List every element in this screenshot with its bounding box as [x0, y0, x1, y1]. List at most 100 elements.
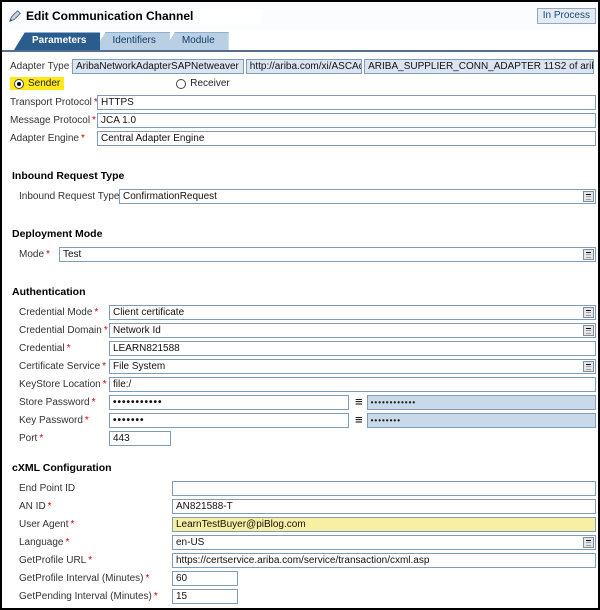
required-marker: * [92, 115, 96, 126]
credential-domain-select[interactable]: Network Id [109, 323, 596, 338]
mode-value: Test [63, 249, 81, 260]
credential-mode-label: Credential Mode [19, 307, 92, 318]
dropdown-icon[interactable] [583, 361, 594, 372]
credential-mode-select[interactable]: Client certificate [109, 305, 596, 320]
status-badge: In Process [537, 8, 596, 24]
credential-domain-label: Credential Domain [19, 325, 102, 336]
required-marker: * [70, 519, 74, 530]
edit-pencil-icon [8, 9, 22, 23]
store-password-input[interactable] [109, 395, 349, 410]
adapter-engine-input[interactable] [97, 131, 596, 146]
required-marker: * [48, 501, 52, 512]
required-marker: * [154, 591, 158, 602]
key-password-label: Key Password [19, 415, 83, 426]
credential-input[interactable] [109, 341, 596, 356]
required-marker: * [94, 307, 98, 318]
keystore-location-input[interactable] [109, 377, 596, 392]
language-row: Language* en-US [10, 534, 596, 550]
direction-row: Sender Receiver [10, 76, 596, 91]
credential-domain-row: Credential Domain* Network Id [10, 322, 596, 338]
required-marker: * [102, 361, 106, 372]
credential-mode-value: Client certificate [113, 307, 184, 318]
end-point-id-row: End Point ID [10, 480, 596, 496]
title-bar: Edit Communication Channel In Process [2, 2, 598, 30]
port-input[interactable] [109, 431, 171, 446]
getprofile-url-label: GetProfile URL [19, 555, 86, 566]
mode-row: Mode* Test [10, 246, 596, 262]
sender-radio[interactable] [14, 79, 24, 89]
adapter-type-label: Adapter Type [10, 61, 69, 72]
getpending-interval-input[interactable] [172, 589, 238, 604]
an-id-input[interactable] [172, 499, 596, 514]
receiver-label: Receiver [190, 78, 229, 89]
message-protocol-row: Message Protocol* [10, 112, 596, 128]
getprofile-interval-input[interactable] [172, 571, 238, 586]
credential-label: Credential [19, 343, 65, 354]
section-authentication: Authentication [10, 286, 596, 298]
section-deployment-mode: Deployment Mode [10, 228, 596, 240]
credential-mode-row: Credential Mode* Client certificate [10, 304, 596, 320]
dropdown-icon[interactable] [583, 537, 594, 548]
required-marker: * [66, 537, 70, 548]
sender-radio-option[interactable]: Sender [10, 77, 64, 90]
dropdown-icon[interactable] [583, 191, 594, 202]
dropdown-icon[interactable] [583, 307, 594, 318]
key-password-input[interactable] [109, 413, 349, 428]
an-id-label: AN ID [19, 501, 46, 512]
credential-domain-value: Network Id [113, 325, 161, 336]
tab-module[interactable]: Module [164, 32, 229, 50]
getpending-interval-row: GetPending Interval (Minutes)* [10, 588, 596, 604]
store-password-confirm-field: •••••••••••• [367, 395, 596, 410]
an-id-row: AN ID* [10, 498, 596, 514]
transport-protocol-input[interactable] [97, 95, 596, 110]
dropdown-icon[interactable] [583, 325, 594, 336]
port-row: Port* [10, 430, 596, 446]
title-empty-box [199, 9, 261, 24]
adapter-engine-row: Adapter Engine* [10, 130, 596, 146]
section-inbound-request-type: Inbound Request Type [10, 170, 596, 182]
adapter-type-vendor-field: ARIBA_SUPPLIER_CONN_ADAPTER 11S2 of arib… [364, 59, 594, 74]
transport-protocol-label: Transport Protocol [10, 97, 92, 108]
inbound-request-type-value: ConfirmationRequest [123, 191, 217, 202]
equals-icon: ≡ [355, 415, 363, 425]
store-password-label: Store Password [19, 397, 90, 408]
required-marker: * [46, 249, 50, 260]
user-agent-row: User Agent* [10, 516, 596, 532]
language-value: en-US [176, 537, 204, 548]
mode-select[interactable]: Test [59, 247, 596, 262]
getprofile-interval-label: GetProfile Interval (Minutes) [19, 573, 144, 584]
getprofile-url-row: GetProfile URL* [10, 552, 596, 568]
receiver-radio[interactable] [176, 79, 186, 89]
edit-communication-channel-window: Edit Communication Channel In Process Pa… [0, 0, 600, 610]
tab-bar: Parameters Identifiers Module [2, 30, 598, 52]
required-marker: * [146, 573, 150, 584]
page-title: Edit Communication Channel [26, 9, 193, 23]
keystore-location-row: KeyStore Location* [10, 376, 596, 392]
transport-protocol-row: Transport Protocol* [10, 94, 596, 110]
inbound-request-type-row: Inbound Request Type* ConfirmationReques… [10, 188, 596, 204]
end-point-id-input[interactable] [172, 481, 596, 496]
store-password-row: Store Password* ≡ •••••••••••• [10, 394, 596, 410]
sender-label: Sender [28, 78, 60, 89]
message-protocol-input[interactable] [97, 113, 596, 128]
required-marker: * [103, 379, 107, 390]
getprofile-url-input[interactable] [172, 553, 596, 568]
certificate-service-select[interactable]: File System [109, 359, 596, 374]
adapter-type-row: Adapter Type* AribaNetworkAdapterSAPNetw… [10, 58, 596, 74]
user-agent-input[interactable] [172, 517, 596, 532]
language-select[interactable]: en-US [172, 535, 596, 550]
adapter-engine-label: Adapter Engine [10, 133, 79, 144]
user-agent-label: User Agent [19, 519, 68, 530]
dropdown-icon[interactable] [583, 249, 594, 260]
tab-parameters[interactable]: Parameters [14, 32, 100, 50]
required-marker: * [104, 325, 108, 336]
adapter-type-name-field: AribaNetworkAdapterSAPNetweaver [72, 59, 244, 74]
section-cxml-configuration: cXML Configuration [10, 462, 596, 474]
tab-identifiers[interactable]: Identifiers [94, 32, 169, 50]
inbound-request-type-select[interactable]: ConfirmationRequest [119, 189, 596, 204]
required-marker: * [85, 415, 89, 426]
getprofile-interval-row: GetProfile Interval (Minutes)* [10, 570, 596, 586]
key-password-confirm-field: •••••••• [367, 413, 596, 428]
required-marker: * [88, 555, 92, 566]
receiver-radio-option[interactable]: Receiver [172, 77, 233, 90]
